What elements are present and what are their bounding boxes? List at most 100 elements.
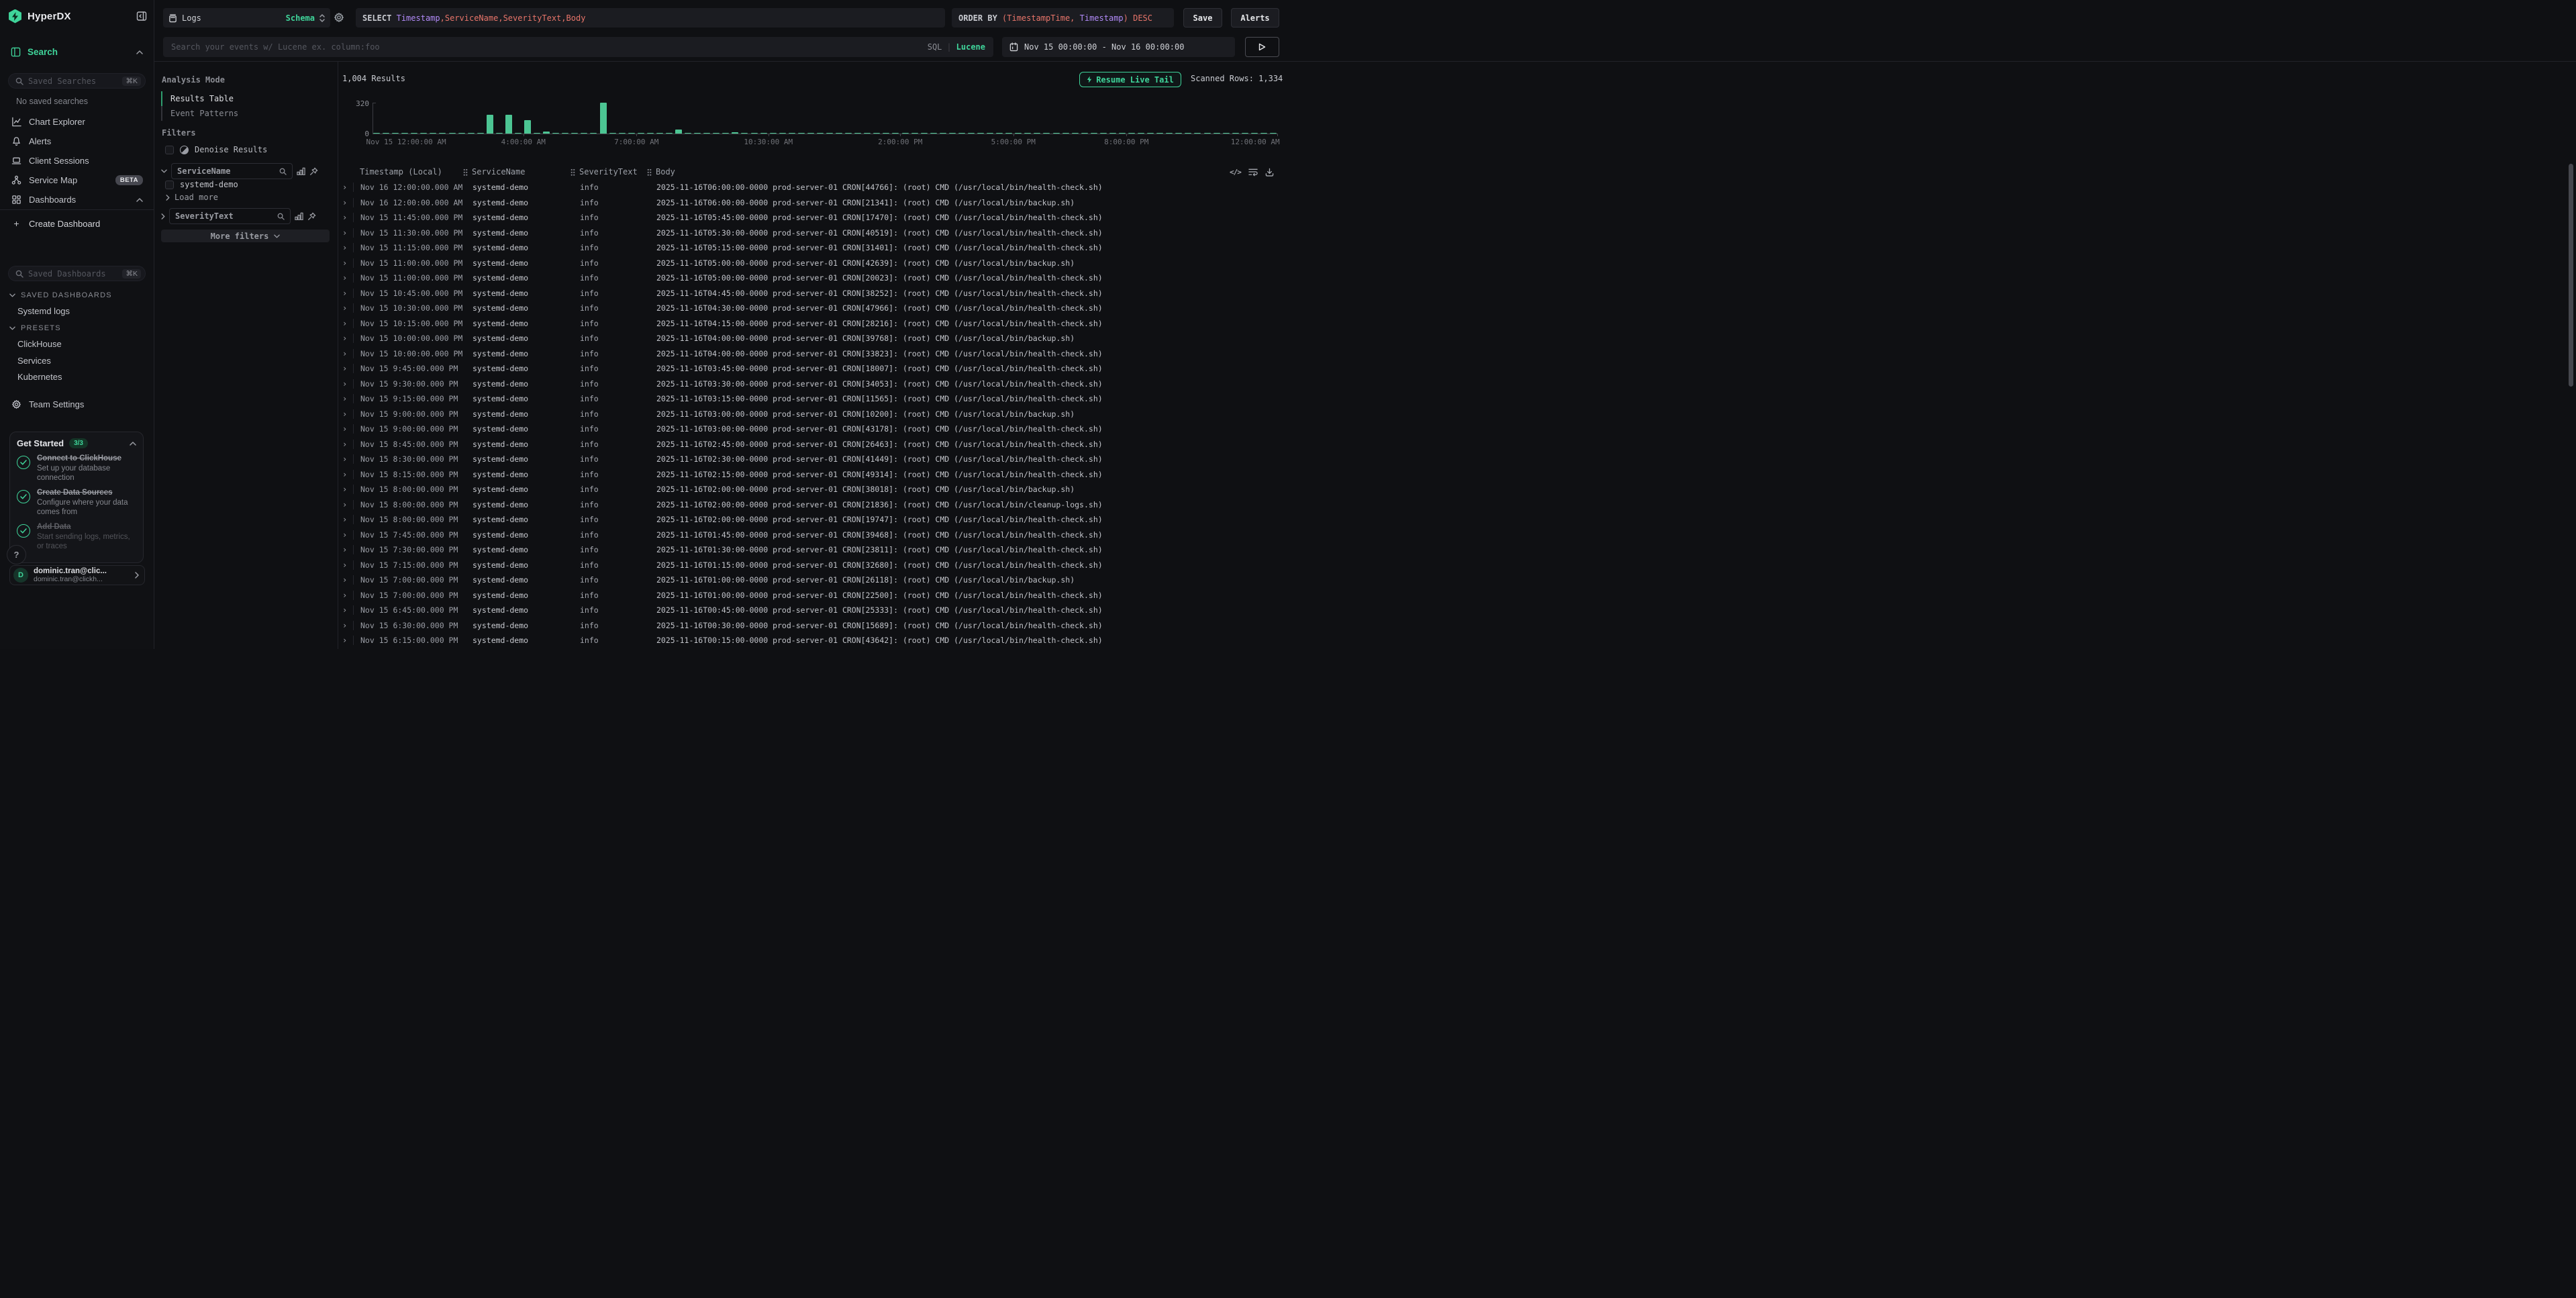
table-row[interactable]: › Nov 15 8:00:00.000 PM systemd-demo inf… bbox=[338, 512, 2576, 528]
row-expand-chevron[interactable]: › bbox=[338, 637, 353, 644]
histogram-bar[interactable] bbox=[524, 120, 531, 134]
row-expand-chevron[interactable]: › bbox=[338, 577, 353, 583]
row-expand-chevron[interactable]: › bbox=[338, 320, 353, 327]
table-row[interactable]: › Nov 15 7:00:00.000 PM systemd-demo inf… bbox=[338, 572, 2576, 588]
sidebar-item-clickhouse[interactable]: ClickHouse bbox=[17, 339, 62, 349]
get-started-step-add-data[interactable]: Add Data Start sending logs, metrics, or… bbox=[17, 523, 136, 551]
date-range-picker[interactable]: Nov 15 00:00:00 - Nov 16 00:00:00 bbox=[1002, 37, 1235, 57]
bar-chart-icon[interactable] bbox=[297, 167, 305, 175]
table-row[interactable]: › Nov 15 11:30:00.000 PM systemd-demo in… bbox=[338, 226, 2576, 241]
row-expand-chevron[interactable]: › bbox=[338, 546, 353, 553]
save-button[interactable]: Save bbox=[1183, 8, 1222, 28]
row-expand-chevron[interactable]: › bbox=[338, 562, 353, 568]
wrap-lines-icon[interactable] bbox=[1248, 168, 1258, 177]
row-expand-chevron[interactable]: › bbox=[338, 607, 353, 613]
table-row[interactable]: › Nov 15 7:30:00.000 PM systemd-demo inf… bbox=[338, 542, 2576, 558]
row-expand-chevron[interactable]: › bbox=[338, 335, 353, 342]
sidebar-item-dashboards[interactable]: Dashboards bbox=[7, 190, 147, 209]
get-started-step-sources[interactable]: Create Data Sources Configure where your… bbox=[17, 489, 136, 517]
table-row[interactable]: › Nov 15 11:15:00.000 PM systemd-demo in… bbox=[338, 240, 2576, 256]
source-settings-gear-icon[interactable] bbox=[334, 12, 344, 23]
row-expand-chevron[interactable]: › bbox=[338, 381, 353, 387]
row-expand-chevron[interactable]: › bbox=[338, 486, 353, 493]
table-row[interactable]: › Nov 15 9:00:00.000 PM systemd-demo inf… bbox=[338, 421, 2576, 437]
create-dashboard-button[interactable]: + Create Dashboard bbox=[7, 216, 147, 231]
row-expand-chevron[interactable]: › bbox=[338, 622, 353, 629]
row-expand-chevron[interactable]: › bbox=[338, 592, 353, 599]
alerts-button[interactable]: Alerts bbox=[1231, 8, 1279, 28]
row-expand-chevron[interactable]: › bbox=[338, 230, 353, 236]
table-row[interactable]: › Nov 15 10:45:00.000 PM systemd-demo in… bbox=[338, 286, 2576, 301]
table-row[interactable]: › Nov 15 10:00:00.000 PM systemd-demo in… bbox=[338, 331, 2576, 346]
help-button[interactable]: ? bbox=[7, 545, 26, 564]
orderby-input[interactable]: ORDER BY (TimestampTime, Timestamp) DESC bbox=[952, 8, 1174, 28]
drag-handle-icon[interactable] bbox=[571, 168, 575, 176]
table-row[interactable]: › Nov 15 6:45:00.000 PM systemd-demo inf… bbox=[338, 603, 2576, 618]
drag-handle-icon[interactable] bbox=[647, 168, 652, 176]
vertical-scrollbar[interactable] bbox=[2569, 164, 2573, 387]
presets-section[interactable]: PRESETS bbox=[9, 324, 61, 332]
sidebar-item-chart-explorer[interactable]: Chart Explorer bbox=[7, 112, 147, 132]
column-header-timestamp[interactable]: Timestamp (Local) bbox=[353, 167, 473, 177]
histogram-bar[interactable] bbox=[487, 115, 493, 134]
row-expand-chevron[interactable]: › bbox=[338, 244, 353, 251]
user-profile[interactable]: D dominic.tran@clic... dominic.tran@clic… bbox=[9, 565, 145, 585]
table-row[interactable]: › Nov 15 11:00:00.000 PM systemd-demo in… bbox=[338, 256, 2576, 271]
row-expand-chevron[interactable]: › bbox=[338, 395, 353, 402]
sidebar-item-search[interactable]: Search bbox=[7, 42, 147, 62]
row-expand-chevron[interactable]: › bbox=[338, 350, 353, 357]
bar-chart-icon[interactable] bbox=[295, 212, 303, 220]
row-expand-chevron[interactable]: › bbox=[338, 290, 353, 297]
denoise-checkbox[interactable] bbox=[165, 146, 174, 154]
row-expand-chevron[interactable]: › bbox=[338, 305, 353, 311]
row-expand-chevron[interactable]: › bbox=[338, 471, 353, 478]
sql-toggle[interactable]: SQL bbox=[928, 42, 942, 52]
run-query-button[interactable] bbox=[1245, 37, 1279, 57]
table-row[interactable]: › Nov 16 12:00:00.000 AM systemd-demo in… bbox=[338, 180, 2576, 195]
chevron-up-icon[interactable] bbox=[130, 442, 136, 446]
table-row[interactable]: › Nov 15 9:45:00.000 PM systemd-demo inf… bbox=[338, 361, 2576, 377]
load-more[interactable]: Load more bbox=[166, 193, 218, 202]
sidebar-item-kubernetes[interactable]: Kubernetes bbox=[17, 372, 62, 382]
row-expand-chevron[interactable]: › bbox=[338, 214, 353, 221]
source-select[interactable]: Logs Schema bbox=[163, 8, 330, 28]
select-query-input[interactable]: SELECT Timestamp,ServiceName,SeverityTex… bbox=[356, 8, 945, 28]
mode-results-table[interactable]: Results Table bbox=[161, 91, 331, 106]
sidebar-item-service-map[interactable]: Service Map BETA bbox=[7, 170, 147, 190]
sidebar-item-client-sessions[interactable]: Client Sessions bbox=[7, 151, 147, 170]
severitytext-filter-search[interactable]: SeverityText bbox=[169, 208, 291, 224]
pin-icon[interactable] bbox=[307, 212, 316, 221]
row-expand-chevron[interactable]: › bbox=[338, 501, 353, 508]
table-row[interactable]: › Nov 15 7:45:00.000 PM systemd-demo inf… bbox=[338, 528, 2576, 543]
chevron-right-icon[interactable] bbox=[161, 213, 165, 219]
table-row[interactable]: › Nov 15 10:00:00.000 PM systemd-demo in… bbox=[338, 346, 2576, 362]
sidebar-item-alerts[interactable]: Alerts bbox=[7, 132, 147, 151]
table-row[interactable]: › Nov 15 11:45:00.000 PM systemd-demo in… bbox=[338, 210, 2576, 226]
table-row[interactable]: › Nov 15 8:45:00.000 PM systemd-demo inf… bbox=[338, 437, 2576, 452]
denoise-results-option[interactable]: Denoise Results bbox=[165, 145, 267, 154]
lucene-toggle[interactable]: Lucene bbox=[956, 42, 985, 52]
row-expand-chevron[interactable]: › bbox=[338, 456, 353, 462]
table-row[interactable]: › Nov 15 9:30:00.000 PM systemd-demo inf… bbox=[338, 377, 2576, 392]
column-header-servicename[interactable]: ServiceName bbox=[473, 167, 580, 177]
more-filters-button[interactable]: More filters bbox=[161, 230, 330, 242]
row-expand-chevron[interactable]: › bbox=[338, 274, 353, 281]
filter-value-systemd-demo[interactable]: systemd-demo bbox=[165, 180, 238, 189]
table-row[interactable]: › Nov 15 9:00:00.000 PM systemd-demo inf… bbox=[338, 407, 2576, 422]
sidebar-collapse-icon[interactable] bbox=[136, 11, 147, 21]
drag-handle-icon[interactable] bbox=[463, 168, 468, 176]
mode-event-patterns[interactable]: Event Patterns bbox=[161, 106, 331, 121]
table-row[interactable]: › Nov 15 8:00:00.000 PM systemd-demo inf… bbox=[338, 482, 2576, 497]
table-row[interactable]: › Nov 16 12:00:00.000 AM systemd-demo in… bbox=[338, 195, 2576, 211]
row-expand-chevron[interactable]: › bbox=[338, 532, 353, 538]
servicename-filter-search[interactable]: ServiceName bbox=[171, 163, 293, 179]
table-row[interactable]: › Nov 15 6:30:00.000 PM systemd-demo inf… bbox=[338, 618, 2576, 634]
table-row[interactable]: › Nov 15 8:30:00.000 PM systemd-demo inf… bbox=[338, 452, 2576, 467]
column-header-body[interactable]: Body bbox=[656, 167, 2560, 177]
table-row[interactable]: › Nov 15 6:15:00.000 PM systemd-demo inf… bbox=[338, 633, 2576, 648]
histogram-bar[interactable] bbox=[600, 103, 607, 134]
saved-searches-input[interactable]: Saved Searches ⌘K bbox=[8, 73, 146, 89]
table-row[interactable]: › Nov 15 7:15:00.000 PM systemd-demo inf… bbox=[338, 558, 2576, 573]
row-expand-chevron[interactable]: › bbox=[338, 260, 353, 266]
table-row[interactable]: › Nov 15 9:15:00.000 PM systemd-demo inf… bbox=[338, 391, 2576, 407]
